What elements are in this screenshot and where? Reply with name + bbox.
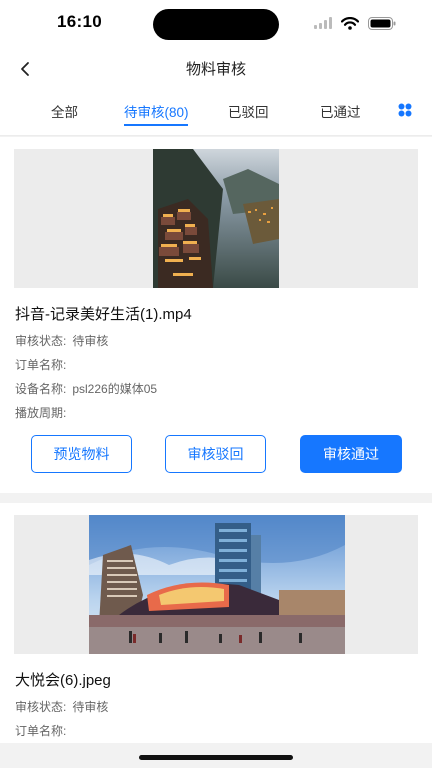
order-name-row: 订单名称: [15, 356, 72, 373]
status-bar: 16:10 [0, 0, 432, 48]
approve-button[interactable]: 审核通过 [300, 435, 402, 473]
dynamic-island [153, 9, 279, 40]
wifi-icon [341, 16, 359, 30]
device-name-value: psl226的媒体05 [72, 382, 158, 396]
review-status-label: 审核状态: [15, 334, 67, 348]
home-indicator [139, 755, 293, 760]
review-status-row: 审核状态: 待审核 [15, 698, 108, 715]
nav-bar: 物料审核 [0, 48, 432, 90]
review-status-row: 审核状态: 待审核 [15, 332, 108, 349]
material-card: 大悦会(6).jpeg 审核状态: 待审核 订单名称: [0, 503, 432, 743]
tab-all[interactable]: 全部 [51, 101, 78, 121]
tab-pending[interactable]: 待审核(80) [124, 101, 189, 121]
play-period-row: 播放周期: [15, 404, 72, 421]
thumbnail-image [89, 515, 345, 654]
order-name-label: 订单名称: [15, 724, 67, 738]
play-period-label: 播放周期: [15, 406, 67, 420]
device-name-row: 设备名称: psl226的媒体05 [15, 380, 157, 397]
status-time: 16:10 [57, 12, 102, 31]
media-preview[interactable] [14, 515, 418, 654]
tab-rejected[interactable]: 已驳回 [228, 101, 269, 121]
signal-icon [314, 17, 332, 29]
media-preview[interactable] [14, 149, 418, 288]
active-tab-indicator [124, 124, 188, 126]
thumbnail-image [153, 149, 279, 288]
review-status-label: 审核状态: [15, 700, 67, 714]
material-card: 抖音-记录美好生活(1).mp4 审核状态: 待审核 订单名称: 设备名称: psl… [0, 137, 432, 493]
grid-view-icon[interactable] [398, 103, 412, 117]
review-status-value: 待审核 [72, 700, 109, 714]
preview-material-button[interactable]: 预览物料 [31, 435, 132, 473]
device-name-label: 设备名称: [15, 382, 67, 396]
tab-bar: 全部 待审核(80) 已驳回 已通过 [0, 90, 432, 136]
status-icons [314, 14, 396, 32]
file-name: 大悦会(6).jpeg [15, 672, 111, 689]
reject-button[interactable]: 审核驳回 [165, 435, 266, 473]
order-name-row: 订单名称: [15, 722, 72, 739]
file-name: 抖音-记录美好生活(1).mp4 [15, 306, 192, 323]
page-title: 物料审核 [185, 61, 246, 78]
tab-approved[interactable]: 已通过 [320, 101, 361, 121]
review-status-value: 待审核 [72, 334, 109, 348]
battery-icon [368, 16, 396, 30]
order-name-label: 订单名称: [15, 358, 67, 372]
